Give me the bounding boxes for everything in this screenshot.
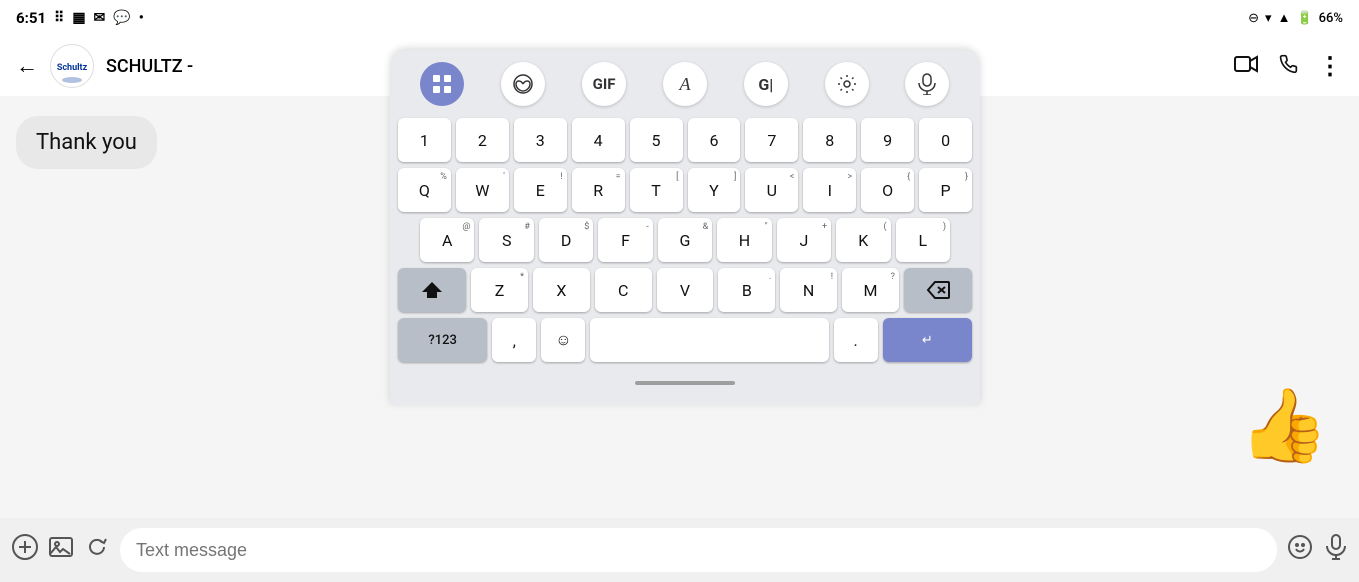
key-n[interactable]: N!: [780, 268, 837, 312]
keyboard-handle: [398, 370, 972, 389]
battery-icon: 🔋: [1296, 11, 1312, 26]
key-b[interactable]: B.: [718, 268, 775, 312]
key-z[interactable]: Z*: [471, 268, 528, 312]
keyboard-sticker-button[interactable]: [501, 62, 545, 106]
key-w[interactable]: W': [456, 168, 509, 212]
key-numbers[interactable]: ?123: [398, 318, 487, 362]
key-m[interactable]: M?: [842, 268, 899, 312]
text-message-input[interactable]: [120, 528, 1277, 572]
key-1[interactable]: 1: [398, 118, 451, 162]
key-q[interactable]: Q%: [398, 168, 451, 212]
key-d[interactable]: D$: [539, 218, 593, 262]
dot-icon: •: [139, 10, 144, 26]
key-6[interactable]: 6: [688, 118, 741, 162]
bottom-bar: [0, 518, 1359, 582]
refresh-icon[interactable]: [84, 534, 110, 566]
add-icon[interactable]: [12, 534, 38, 566]
keyboard-voice-button[interactable]: [905, 62, 949, 106]
message-icon: ✉: [94, 10, 106, 26]
voice-input-icon[interactable]: [1325, 534, 1347, 566]
key-k[interactable]: K(: [836, 218, 890, 262]
key-comma[interactable]: ,: [492, 318, 536, 362]
phone-icon[interactable]: [1278, 54, 1298, 79]
keyboard-translate-button[interactable]: G|: [744, 62, 788, 106]
key-2[interactable]: 2: [456, 118, 509, 162]
keyboard-gif-button[interactable]: GIF: [582, 62, 626, 106]
keyboard-number-row: 1 2 3 4 5 6 7 8 9 0: [398, 118, 972, 162]
key-7[interactable]: 7: [745, 118, 798, 162]
key-r[interactable]: R=: [572, 168, 625, 212]
contact-name: SCHULTZ -: [106, 56, 193, 77]
status-bar: 6:51 ⠿ ▦ ✉ 💬 • ⊖ ▾ ▲ 🔋 66%: [0, 0, 1359, 36]
key-p[interactable]: P}: [919, 168, 972, 212]
time-display: 6:51: [16, 9, 46, 27]
keyboard-toolbar: GIF A G|: [398, 60, 972, 108]
grid-status-icon: ⠿: [54, 10, 64, 26]
key-period[interactable]: .: [834, 318, 878, 362]
status-left: 6:51 ⠿ ▦ ✉ 💬 •: [16, 9, 144, 27]
emoji-icon[interactable]: [1287, 534, 1313, 566]
key-backspace[interactable]: [904, 268, 972, 312]
key-l[interactable]: L): [896, 218, 950, 262]
thumbs-up-emoji: 👍: [1239, 390, 1329, 462]
key-shift[interactable]: [398, 268, 466, 312]
key-4[interactable]: 4: [572, 118, 625, 162]
key-e[interactable]: E!: [514, 168, 567, 212]
key-j[interactable]: J+: [777, 218, 831, 262]
key-x[interactable]: X: [533, 268, 590, 312]
keyboard-asdf-row: A@ S# D$ F- G& H" J+ K( L): [398, 218, 972, 262]
key-3[interactable]: 3: [514, 118, 567, 162]
battery-percent: 66%: [1319, 11, 1343, 26]
app-bar-right: ⋮: [1234, 52, 1343, 80]
more-options-icon[interactable]: ⋮: [1318, 52, 1343, 80]
svg-text:Schultz: Schultz: [57, 63, 88, 73]
key-h[interactable]: H": [717, 218, 771, 262]
key-o[interactable]: O{: [861, 168, 914, 212]
chat-icon: 💬: [113, 10, 130, 26]
bottom-right-icons: [1287, 534, 1347, 566]
key-0[interactable]: 0: [919, 118, 972, 162]
key-u[interactable]: U<: [745, 168, 798, 212]
do-not-disturb-icon: ⊖: [1248, 11, 1259, 26]
key-g[interactable]: G&: [658, 218, 712, 262]
key-t[interactable]: T[: [630, 168, 683, 212]
keyboard-grid-button[interactable]: [420, 62, 464, 106]
keyboard-spellcheck-button[interactable]: A: [663, 62, 707, 106]
wifi-icon: ▾: [1265, 11, 1272, 26]
message-bubble: Thank you: [16, 116, 157, 169]
key-9[interactable]: 9: [861, 118, 914, 162]
key-s[interactable]: S#: [479, 218, 533, 262]
signal-icon: ▦: [72, 10, 85, 26]
message-text: Thank you: [36, 130, 137, 155]
key-5[interactable]: 5: [630, 118, 683, 162]
keyboard-settings-button[interactable]: [825, 62, 869, 106]
key-8[interactable]: 8: [803, 118, 856, 162]
key-c[interactable]: C: [595, 268, 652, 312]
signal-strength-icon: ▲: [1278, 10, 1291, 26]
video-call-icon[interactable]: [1234, 54, 1258, 78]
key-y[interactable]: Y]: [688, 168, 741, 212]
keyboard-zxcv-row: Z* X C V B. N! M?: [398, 268, 972, 312]
back-button[interactable]: ←: [16, 53, 38, 79]
key-enter[interactable]: ↵: [883, 318, 972, 362]
keyboard-qwerty-row: Q% W' E! R= T[ Y] U< I> O{ P}: [398, 168, 972, 212]
status-right: ⊖ ▾ ▲ 🔋 66%: [1248, 10, 1343, 26]
key-v[interactable]: V: [657, 268, 714, 312]
key-a[interactable]: A@: [420, 218, 474, 262]
handle-bar: [635, 381, 735, 385]
key-space[interactable]: [590, 318, 828, 362]
keyboard-bottom-row: ?123 , ☺ . ↵: [398, 318, 972, 362]
keyboard-panel: GIF A G| 1 2 3 4 5 6 7: [390, 50, 980, 405]
contact-logo: Schultz: [50, 44, 94, 88]
key-f[interactable]: F-: [598, 218, 652, 262]
key-emoji-bottom[interactable]: ☺: [541, 318, 585, 362]
image-icon[interactable]: [48, 534, 74, 566]
key-i[interactable]: I>: [803, 168, 856, 212]
gif-label: GIF: [593, 75, 616, 93]
